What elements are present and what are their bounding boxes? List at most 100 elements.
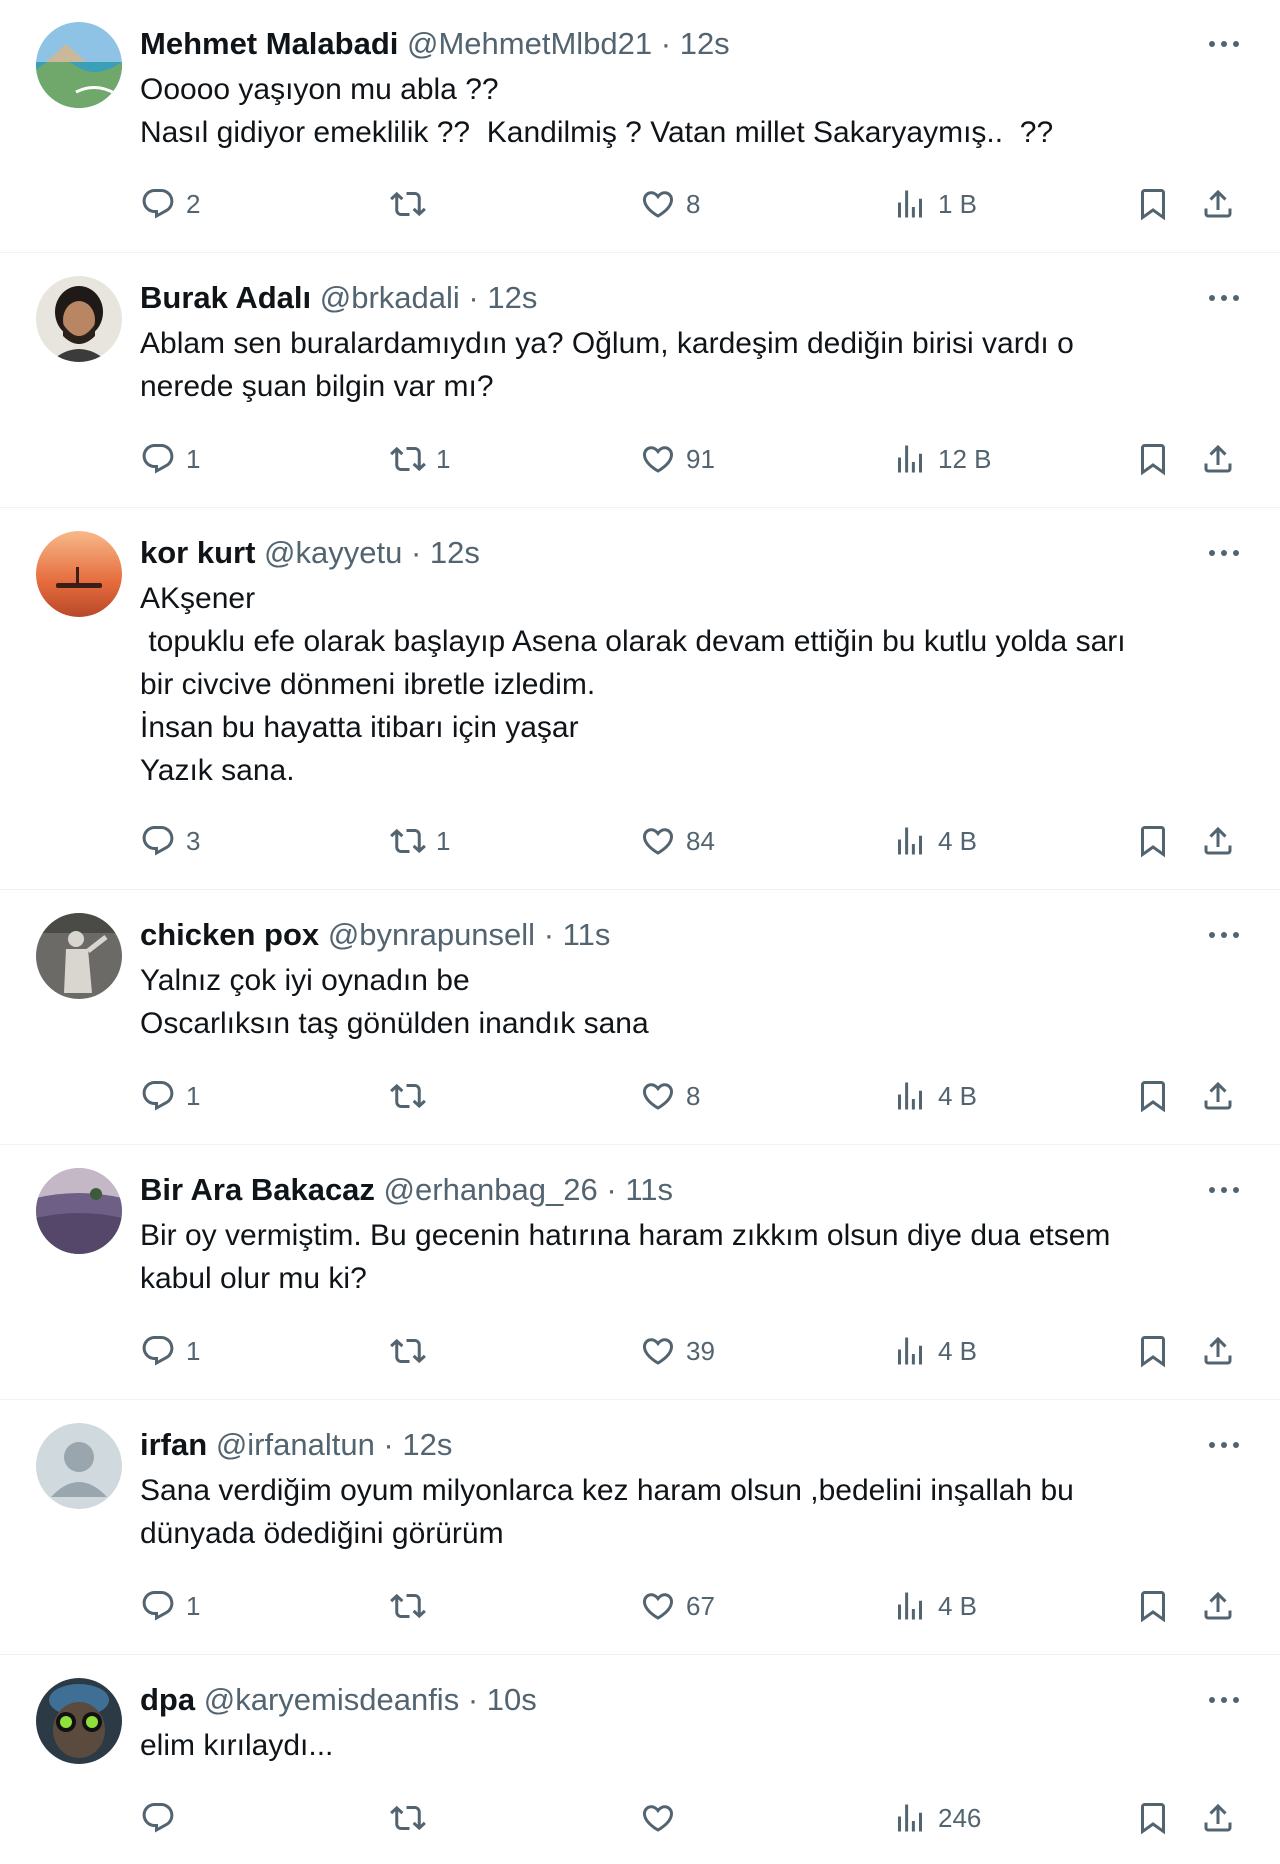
timestamp[interactable]: 12s — [487, 280, 537, 315]
reply-button[interactable]: 1 — [140, 1584, 200, 1628]
more-icon[interactable] — [1204, 1431, 1244, 1459]
views-button[interactable]: 246 — [892, 1796, 981, 1840]
retweet-button[interactable] — [390, 1796, 436, 1840]
reply-button[interactable]: 1 — [140, 437, 200, 481]
retweet-button[interactable] — [390, 1584, 436, 1628]
more-icon[interactable] — [1204, 921, 1244, 949]
share-button[interactable] — [1200, 1584, 1236, 1628]
tweet-header: Mehmet Malabadi @MehmetMlbd21 · 12s — [140, 24, 1220, 64]
timestamp[interactable]: 12s — [680, 26, 730, 61]
author-name[interactable]: dpa — [140, 1682, 195, 1717]
like-button[interactable]: 8 — [640, 182, 700, 226]
more-icon[interactable] — [1204, 539, 1244, 567]
retweet-button[interactable]: 1 — [390, 819, 450, 863]
views-button[interactable]: 4 B — [892, 1074, 977, 1118]
timestamp[interactable]: 11s — [563, 917, 611, 952]
avatar[interactable] — [36, 22, 122, 108]
reply-button[interactable]: 1 — [140, 1074, 200, 1118]
author-name[interactable]: irfan — [140, 1427, 207, 1462]
author-handle[interactable]: @karyemisdeanfis — [204, 1682, 459, 1717]
views-button[interactable]: 4 B — [892, 1329, 977, 1373]
views-icon — [898, 1592, 922, 1620]
tweet[interactable]: kor kurt @kayyetu · 12s AKşener topuklu … — [0, 509, 1280, 890]
views-button[interactable]: 1 B — [892, 182, 977, 226]
bookmark-button[interactable] — [1135, 1796, 1171, 1840]
share-button[interactable] — [1200, 1074, 1236, 1118]
more-icon[interactable] — [1204, 1176, 1244, 1204]
like-icon — [642, 828, 674, 855]
views-button[interactable]: 12 B — [892, 437, 992, 481]
avatar[interactable] — [36, 1168, 122, 1254]
retweet-button[interactable] — [390, 182, 436, 226]
timestamp[interactable]: 12s — [430, 535, 480, 570]
bookmark-button[interactable] — [1135, 182, 1171, 226]
reply-button[interactable]: 1 — [140, 1329, 200, 1373]
share-button[interactable] — [1200, 819, 1236, 863]
timestamp[interactable]: 11s — [625, 1172, 673, 1207]
reply-button[interactable]: 3 — [140, 819, 200, 863]
author-name[interactable]: Mehmet Malabadi — [140, 26, 398, 61]
more-icon[interactable] — [1204, 1686, 1244, 1714]
views-button[interactable]: 4 B — [892, 819, 977, 863]
tweet-text-line: Oscarlıksın taş gönülden inandık sana — [140, 1007, 649, 1040]
tweet[interactable]: Burak Adalı @brkadali · 12s Ablam sen bu… — [0, 254, 1280, 508]
tweet-text-line: dünyada ödediğini görürüm — [140, 1517, 504, 1550]
reply-button[interactable]: 2 — [140, 182, 200, 226]
views-count: 4 B — [938, 1080, 978, 1111]
like-button[interactable]: 8 — [640, 1074, 700, 1118]
author-handle[interactable]: @brkadali — [320, 280, 460, 315]
views-icon — [898, 1082, 922, 1110]
author-handle[interactable]: @kayyetu — [264, 535, 402, 570]
author-name[interactable]: Burak Adalı — [140, 280, 311, 315]
tweet[interactable]: Bir Ara Bakacaz @erhanbag_26 · 11s Bir o… — [0, 1146, 1280, 1400]
retweet-button[interactable]: 1 — [390, 437, 450, 481]
author-name[interactable]: kor kurt — [140, 535, 255, 570]
like-button[interactable] — [640, 1796, 686, 1840]
bookmark-button[interactable] — [1135, 1074, 1171, 1118]
avatar[interactable] — [36, 276, 122, 362]
author-name[interactable]: Bir Ara Bakacaz — [140, 1172, 375, 1207]
views-button[interactable]: 4 B — [892, 1584, 977, 1628]
bookmark-button[interactable] — [1135, 1584, 1171, 1628]
more-icon[interactable] — [1204, 284, 1244, 312]
views-icon — [898, 190, 922, 218]
reply-button[interactable] — [140, 1796, 186, 1840]
avatar[interactable] — [36, 531, 122, 617]
views-count: 1 B — [938, 188, 978, 219]
retweet-button[interactable] — [390, 1329, 436, 1373]
author-handle[interactable]: @irfanaltun — [216, 1427, 375, 1462]
reply-icon — [142, 1591, 174, 1621]
author-handle[interactable]: @bynrapunsell — [328, 917, 535, 952]
like-button[interactable]: 91 — [640, 437, 715, 481]
tweet[interactable]: Mehmet Malabadi @MehmetMlbd21 · 12s Oooo… — [0, 0, 1280, 253]
timestamp[interactable]: 10s — [487, 1682, 537, 1717]
like-button[interactable]: 67 — [640, 1584, 715, 1628]
like-button[interactable]: 84 — [640, 819, 715, 863]
retweet-icon — [390, 828, 426, 854]
bookmark-button[interactable] — [1135, 819, 1171, 863]
share-icon — [1204, 1803, 1232, 1832]
avatar[interactable] — [36, 913, 122, 999]
author-name[interactable]: chicken pox — [140, 917, 319, 952]
tweet-text-line: topuklu efe olarak başlayıp Asena olarak… — [140, 625, 1126, 658]
share-button[interactable] — [1200, 1329, 1236, 1373]
share-button[interactable] — [1200, 182, 1236, 226]
share-button[interactable] — [1200, 437, 1236, 481]
tweet-text-line: Yazık sana. — [140, 754, 295, 787]
avatar[interactable] — [36, 1678, 122, 1764]
like-count: 8 — [686, 188, 701, 219]
tweet[interactable]: chicken pox @bynrapunsell · 11s Yalnız ç… — [0, 891, 1280, 1145]
timestamp[interactable]: 12s — [402, 1427, 452, 1462]
tweet[interactable]: dpa @karyemisdeanfis · 10s elim kırılayd… — [0, 1656, 1280, 1864]
tweet-header: irfan @irfanaltun · 12s — [140, 1425, 1220, 1465]
share-button[interactable] — [1200, 1796, 1236, 1840]
bookmark-button[interactable] — [1135, 1329, 1171, 1373]
retweet-button[interactable] — [390, 1074, 436, 1118]
avatar[interactable] — [36, 1423, 122, 1509]
author-handle[interactable]: @erhanbag_26 — [384, 1172, 598, 1207]
tweet[interactable]: irfan @irfanaltun · 12s Sana verdiğim oy… — [0, 1401, 1280, 1655]
more-icon[interactable] — [1204, 30, 1244, 58]
bookmark-button[interactable] — [1135, 437, 1171, 481]
like-button[interactable]: 39 — [640, 1329, 715, 1373]
author-handle[interactable]: @MehmetMlbd21 — [407, 26, 652, 61]
